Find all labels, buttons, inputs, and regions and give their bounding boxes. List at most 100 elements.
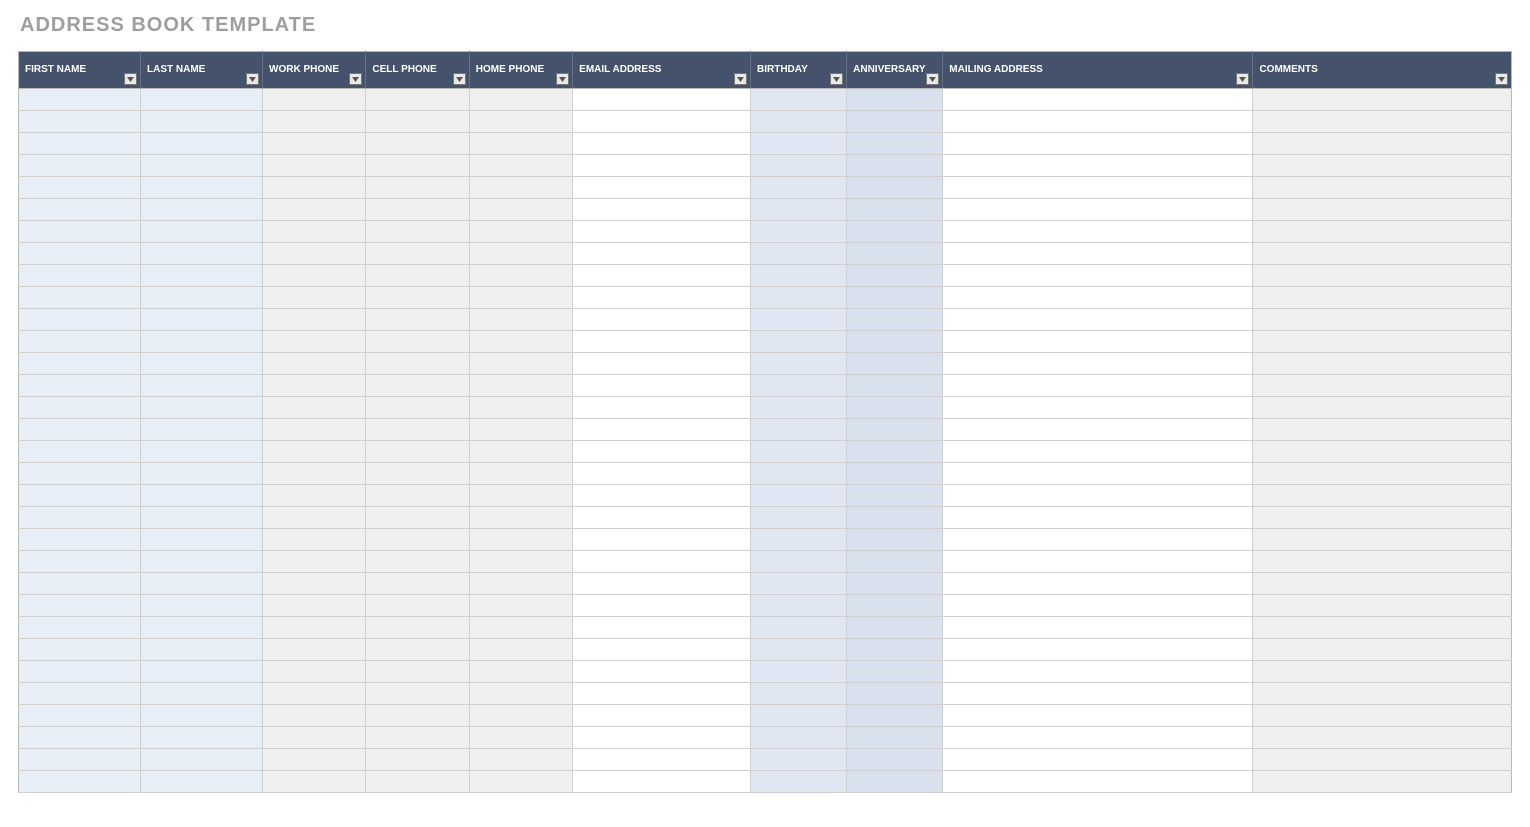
cell-home_phone[interactable] bbox=[469, 639, 572, 661]
cell-comments[interactable] bbox=[1253, 309, 1512, 331]
cell-home_phone[interactable] bbox=[469, 485, 572, 507]
cell-last_name[interactable] bbox=[141, 111, 263, 133]
cell-work_phone[interactable] bbox=[263, 529, 366, 551]
cell-mailing[interactable] bbox=[943, 287, 1253, 309]
cell-work_phone[interactable] bbox=[263, 89, 366, 111]
cell-cell_phone[interactable] bbox=[366, 507, 469, 529]
cell-first_name[interactable] bbox=[19, 419, 141, 441]
cell-work_phone[interactable] bbox=[263, 265, 366, 287]
cell-comments[interactable] bbox=[1253, 529, 1512, 551]
filter-dropdown-icon[interactable] bbox=[830, 73, 843, 85]
cell-birthday[interactable] bbox=[751, 111, 847, 133]
cell-first_name[interactable] bbox=[19, 705, 141, 727]
cell-comments[interactable] bbox=[1253, 639, 1512, 661]
cell-home_phone[interactable] bbox=[469, 331, 572, 353]
cell-anniversary[interactable] bbox=[847, 507, 943, 529]
cell-home_phone[interactable] bbox=[469, 265, 572, 287]
cell-comments[interactable] bbox=[1253, 243, 1512, 265]
cell-last_name[interactable] bbox=[141, 133, 263, 155]
cell-first_name[interactable] bbox=[19, 221, 141, 243]
cell-email[interactable] bbox=[573, 111, 751, 133]
cell-last_name[interactable] bbox=[141, 155, 263, 177]
cell-work_phone[interactable] bbox=[263, 595, 366, 617]
cell-last_name[interactable] bbox=[141, 507, 263, 529]
cell-home_phone[interactable] bbox=[469, 507, 572, 529]
cell-cell_phone[interactable] bbox=[366, 727, 469, 749]
cell-anniversary[interactable] bbox=[847, 639, 943, 661]
cell-first_name[interactable] bbox=[19, 661, 141, 683]
cell-email[interactable] bbox=[573, 485, 751, 507]
cell-comments[interactable] bbox=[1253, 265, 1512, 287]
cell-birthday[interactable] bbox=[751, 529, 847, 551]
cell-work_phone[interactable] bbox=[263, 309, 366, 331]
cell-work_phone[interactable] bbox=[263, 133, 366, 155]
cell-cell_phone[interactable] bbox=[366, 419, 469, 441]
cell-birthday[interactable] bbox=[751, 89, 847, 111]
cell-first_name[interactable] bbox=[19, 243, 141, 265]
cell-birthday[interactable] bbox=[751, 683, 847, 705]
cell-home_phone[interactable] bbox=[469, 133, 572, 155]
cell-home_phone[interactable] bbox=[469, 353, 572, 375]
cell-email[interactable] bbox=[573, 507, 751, 529]
cell-last_name[interactable] bbox=[141, 309, 263, 331]
cell-last_name[interactable] bbox=[141, 551, 263, 573]
cell-mailing[interactable] bbox=[943, 683, 1253, 705]
cell-mailing[interactable] bbox=[943, 331, 1253, 353]
cell-comments[interactable] bbox=[1253, 617, 1512, 639]
cell-comments[interactable] bbox=[1253, 287, 1512, 309]
cell-first_name[interactable] bbox=[19, 133, 141, 155]
col-header-anniversary[interactable]: ANNIVERSARY bbox=[847, 52, 943, 89]
cell-anniversary[interactable] bbox=[847, 353, 943, 375]
cell-first_name[interactable] bbox=[19, 375, 141, 397]
cell-work_phone[interactable] bbox=[263, 771, 366, 793]
cell-birthday[interactable] bbox=[751, 375, 847, 397]
cell-work_phone[interactable] bbox=[263, 221, 366, 243]
cell-email[interactable] bbox=[573, 529, 751, 551]
cell-home_phone[interactable] bbox=[469, 375, 572, 397]
cell-home_phone[interactable] bbox=[469, 683, 572, 705]
cell-birthday[interactable] bbox=[751, 573, 847, 595]
cell-anniversary[interactable] bbox=[847, 419, 943, 441]
cell-home_phone[interactable] bbox=[469, 573, 572, 595]
cell-cell_phone[interactable] bbox=[366, 771, 469, 793]
cell-comments[interactable] bbox=[1253, 463, 1512, 485]
cell-anniversary[interactable] bbox=[847, 221, 943, 243]
cell-last_name[interactable] bbox=[141, 639, 263, 661]
cell-first_name[interactable] bbox=[19, 353, 141, 375]
cell-work_phone[interactable] bbox=[263, 397, 366, 419]
cell-mailing[interactable] bbox=[943, 771, 1253, 793]
cell-last_name[interactable] bbox=[141, 727, 263, 749]
cell-last_name[interactable] bbox=[141, 749, 263, 771]
cell-birthday[interactable] bbox=[751, 133, 847, 155]
cell-home_phone[interactable] bbox=[469, 221, 572, 243]
cell-anniversary[interactable] bbox=[847, 397, 943, 419]
filter-dropdown-icon[interactable] bbox=[556, 73, 569, 85]
cell-last_name[interactable] bbox=[141, 397, 263, 419]
cell-cell_phone[interactable] bbox=[366, 441, 469, 463]
cell-work_phone[interactable] bbox=[263, 661, 366, 683]
filter-dropdown-icon[interactable] bbox=[1495, 73, 1508, 85]
cell-email[interactable] bbox=[573, 287, 751, 309]
cell-comments[interactable] bbox=[1253, 221, 1512, 243]
cell-cell_phone[interactable] bbox=[366, 353, 469, 375]
filter-dropdown-icon[interactable] bbox=[734, 73, 747, 85]
cell-home_phone[interactable] bbox=[469, 177, 572, 199]
cell-birthday[interactable] bbox=[751, 485, 847, 507]
cell-cell_phone[interactable] bbox=[366, 463, 469, 485]
cell-anniversary[interactable] bbox=[847, 551, 943, 573]
cell-work_phone[interactable] bbox=[263, 111, 366, 133]
cell-home_phone[interactable] bbox=[469, 89, 572, 111]
cell-comments[interactable] bbox=[1253, 375, 1512, 397]
cell-anniversary[interactable] bbox=[847, 287, 943, 309]
cell-work_phone[interactable] bbox=[263, 727, 366, 749]
cell-work_phone[interactable] bbox=[263, 507, 366, 529]
cell-mailing[interactable] bbox=[943, 749, 1253, 771]
cell-cell_phone[interactable] bbox=[366, 485, 469, 507]
cell-email[interactable] bbox=[573, 771, 751, 793]
cell-birthday[interactable] bbox=[751, 397, 847, 419]
cell-cell_phone[interactable] bbox=[366, 133, 469, 155]
cell-first_name[interactable] bbox=[19, 507, 141, 529]
cell-home_phone[interactable] bbox=[469, 309, 572, 331]
cell-work_phone[interactable] bbox=[263, 639, 366, 661]
cell-home_phone[interactable] bbox=[469, 243, 572, 265]
